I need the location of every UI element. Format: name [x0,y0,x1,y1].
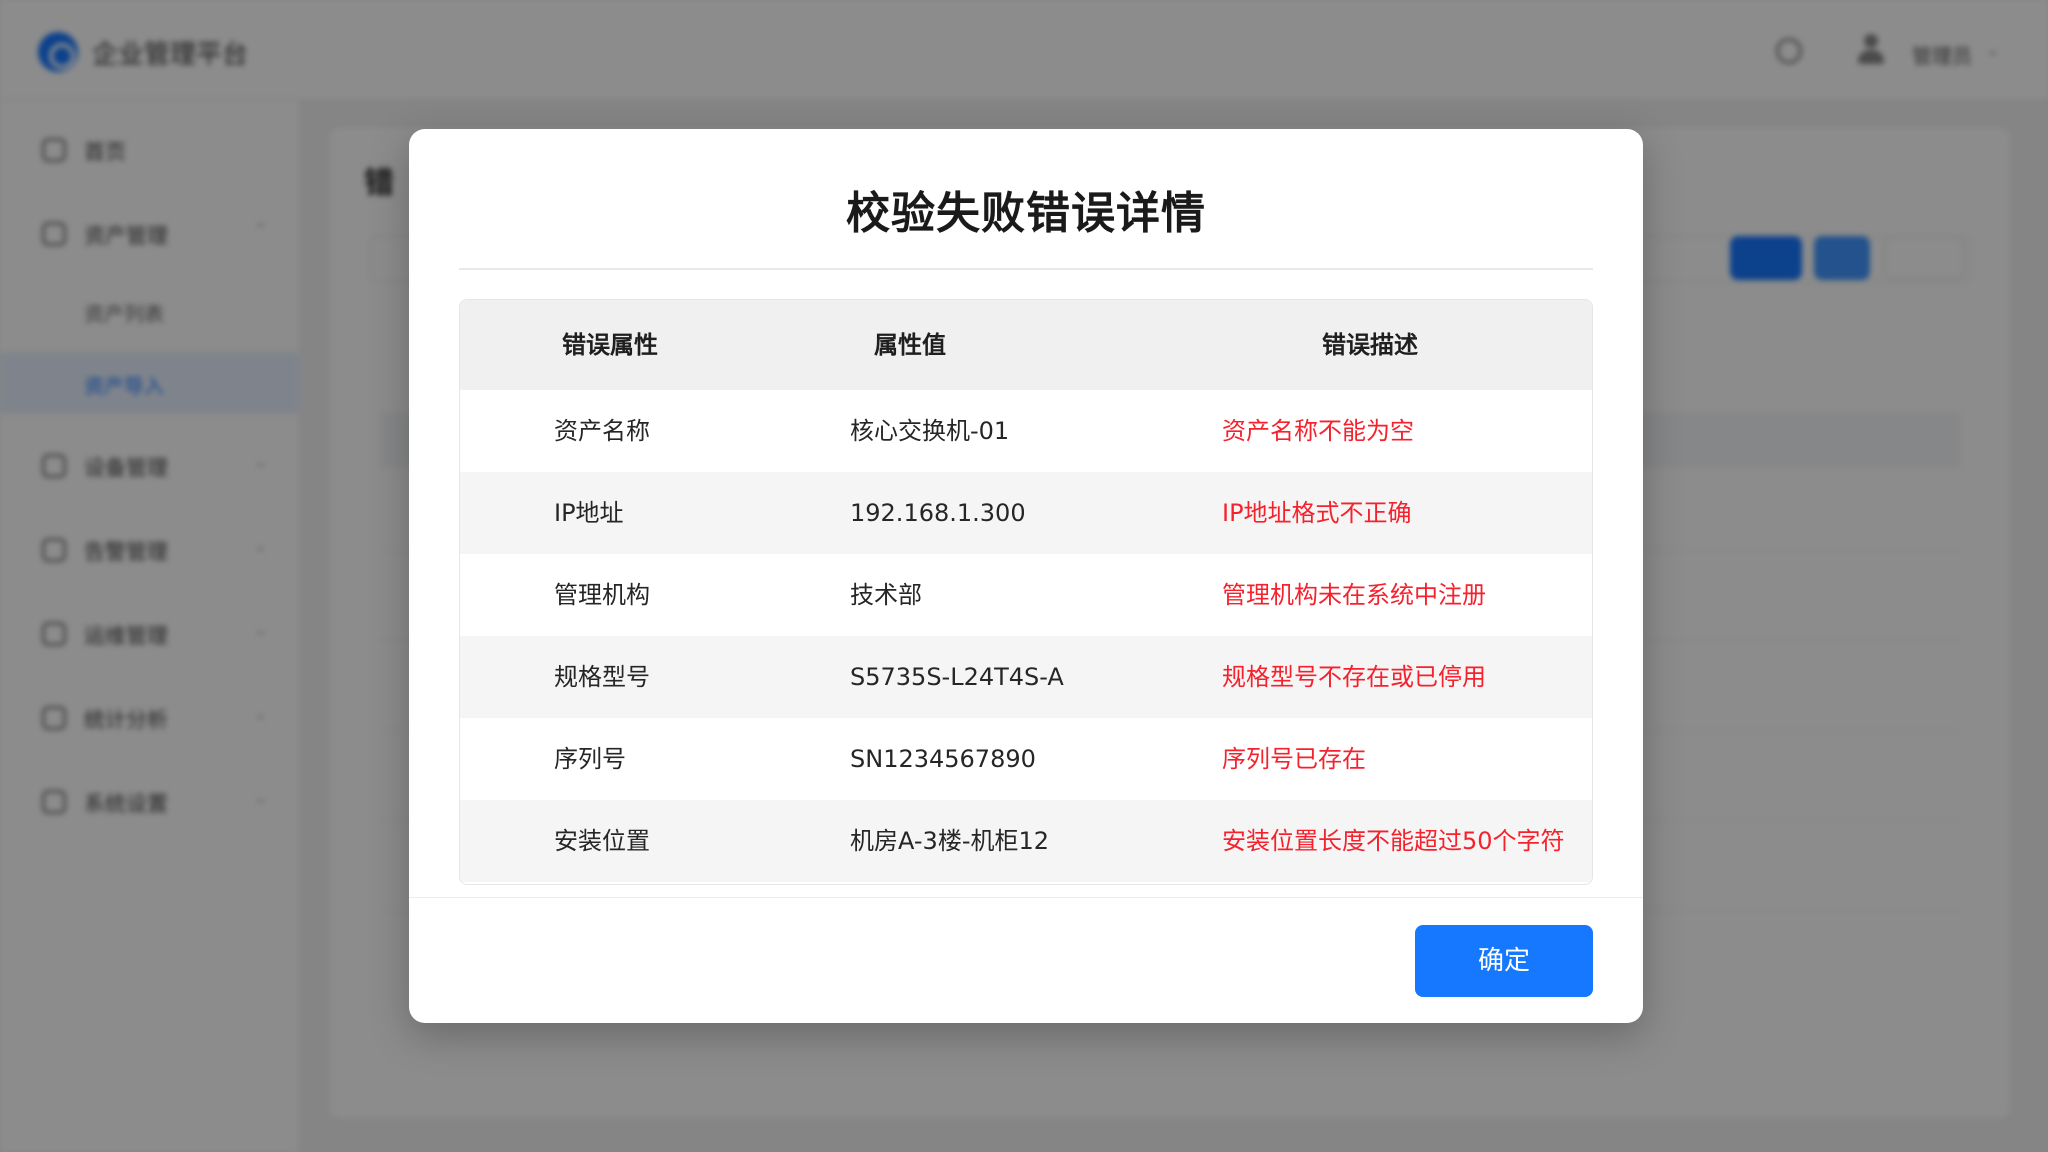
cell-attribute: IP地址 [554,499,624,527]
error-table: 错误属性 属性值 错误描述 资产名称 核心交换机-01 资产名称不能为空 IP地… [459,299,1593,885]
cell-attribute: 序列号 [554,745,626,773]
table-row: 序列号 SN1234567890 序列号已存在 [460,718,1592,800]
column-header-error: 错误描述 [1322,331,1418,359]
footer-divider [409,897,1643,898]
table-row: 安装位置 机房A-3楼-机柜12 安装位置长度不能超过50个字符 [460,800,1592,882]
table-row: IP地址 192.168.1.300 IP地址格式不正确 [460,472,1592,554]
confirm-button[interactable]: 确定 [1415,925,1593,997]
cell-attribute: 规格型号 [554,663,650,691]
cell-attribute: 资产名称 [554,417,650,445]
column-header-value: 属性值 [874,331,946,359]
cell-value: 核心交换机-01 [850,417,1010,445]
validation-error-dialog: 校验失败错误详情 错误属性 属性值 错误描述 资产名称 核心交换机-01 资产名… [409,129,1643,1023]
cell-error: 资产名称不能为空 [1222,417,1414,445]
table-header: 错误属性 属性值 错误描述 [460,300,1592,390]
cell-error: 序列号已存在 [1222,745,1366,773]
cell-attribute: 管理机构 [554,581,650,609]
table-row: 规格型号 S5735S-L24T4S-A 规格型号不存在或已停用 [460,636,1592,718]
divider [459,268,1593,270]
cell-error: 管理机构未在系统中注册 [1222,581,1486,609]
cell-error: 规格型号不存在或已停用 [1222,663,1486,691]
table-row: 管理机构 技术部 管理机构未在系统中注册 [460,554,1592,636]
cell-error: IP地址格式不正确 [1222,499,1412,527]
cell-error: 安装位置长度不能超过50个字符 [1222,827,1565,855]
cell-attribute: 安装位置 [554,827,650,855]
cell-value: 技术部 [850,581,922,609]
cell-value: 192.168.1.300 [850,499,1026,527]
cell-value: 机房A-3楼-机柜12 [850,827,1050,855]
dialog-title: 校验失败错误详情 [846,188,1206,239]
cell-value: SN1234567890 [850,745,1036,773]
cell-value: S5735S-L24T4S-A [850,663,1064,691]
table-row: 资产名称 核心交换机-01 资产名称不能为空 [460,390,1592,472]
column-header-attribute: 错误属性 [562,331,658,359]
